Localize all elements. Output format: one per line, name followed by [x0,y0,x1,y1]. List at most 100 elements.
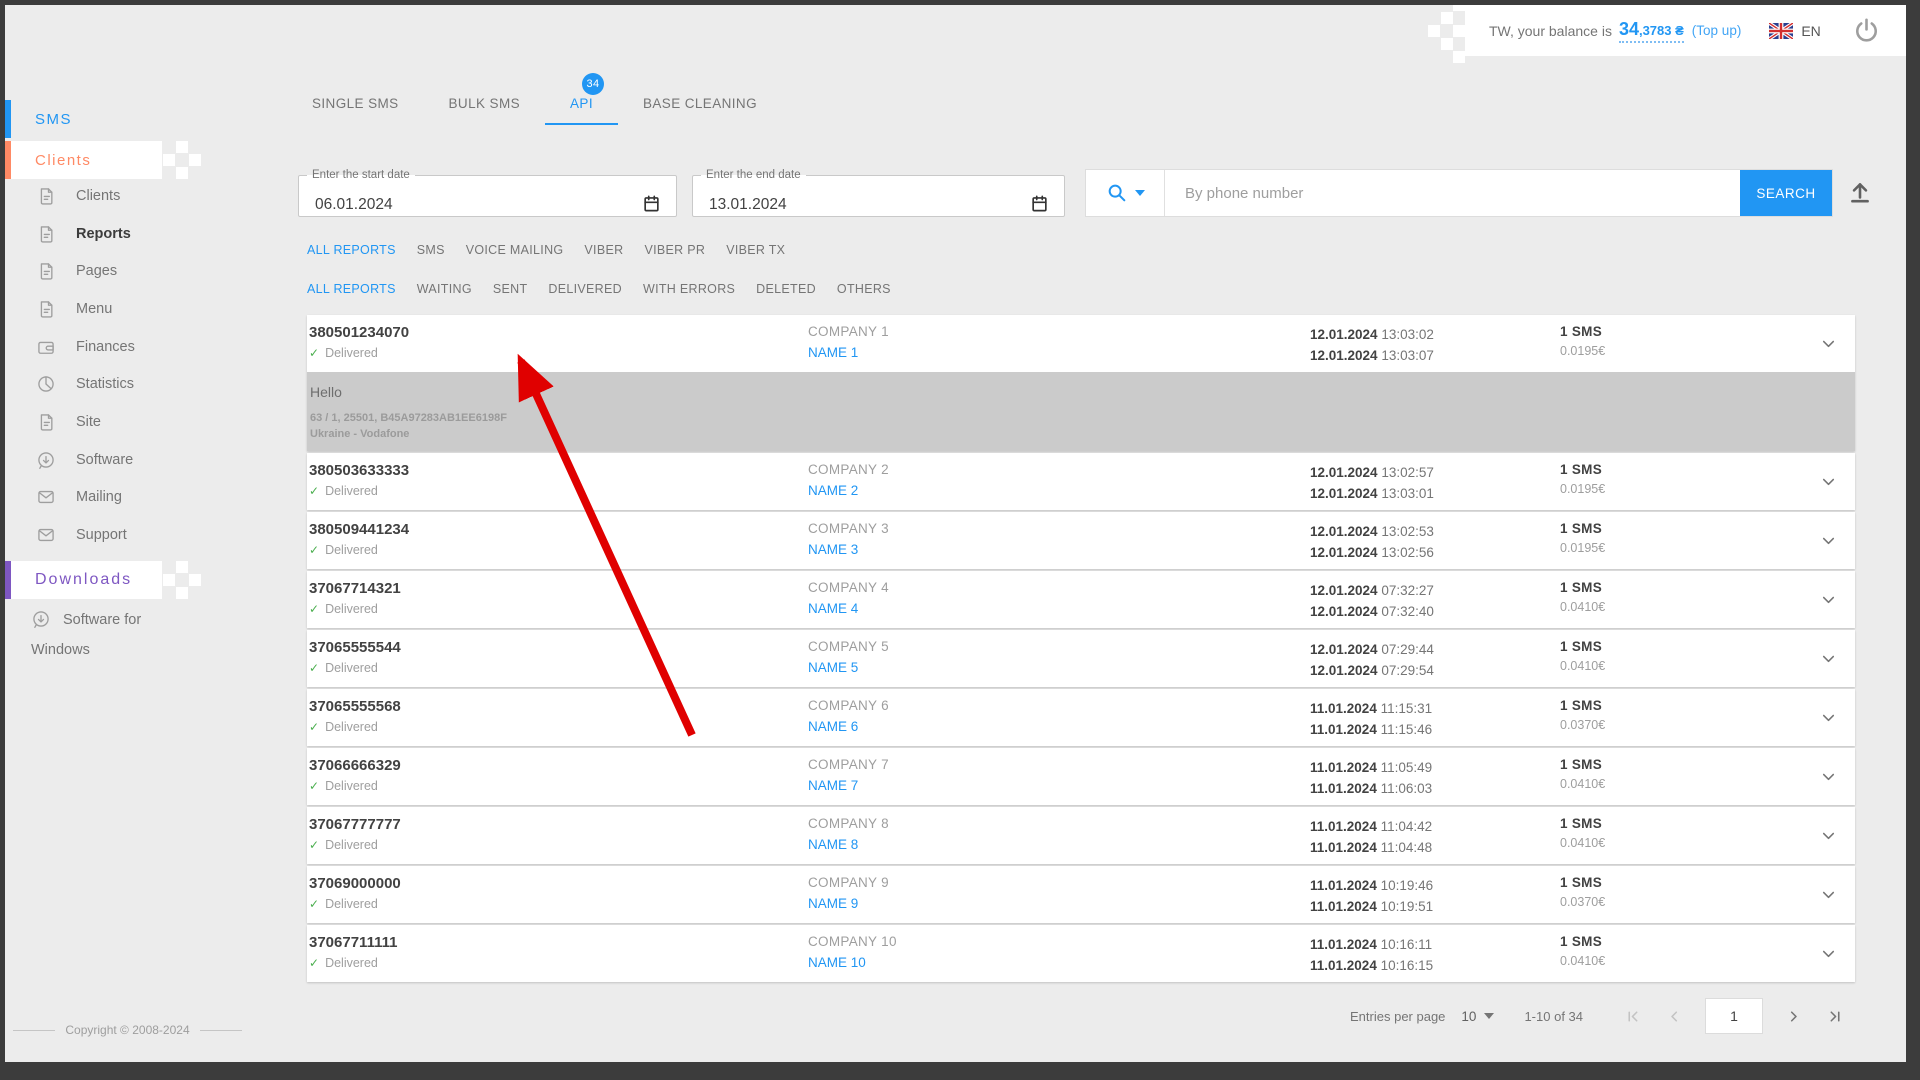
sidebar-item-clients[interactable]: Clients [5,177,250,215]
sms-cost: 0.0195€ [1560,344,1605,358]
tab-bulk-sms[interactable]: BULK SMS [424,83,545,125]
start-date-field[interactable]: Enter the start date 06.01.2024 [298,169,677,217]
sender-name-link[interactable]: NAME 4 [808,601,858,616]
filter-sent[interactable]: SENT [493,282,528,296]
delivered-time: 13:03:01 [1381,486,1434,501]
sidebar-item-statistics[interactable]: Statistics [5,365,250,403]
table-row[interactable]: 37065555544 ✓ Delivered COMPANY 5 NAME 5… [307,630,1855,687]
expand-chevron-icon[interactable] [1819,708,1838,727]
current-page-input[interactable]: 1 [1705,998,1763,1034]
sent-time: 11:15:31 [1381,701,1433,716]
sms-count: 1 SMS [1560,639,1605,654]
sidebar-section-clients[interactable]: Clients [5,141,162,179]
tab-base-cleaning[interactable]: BASE CLEANING [618,83,782,125]
sms-cell: 1 SMS 0.0195€ [1560,324,1605,358]
table-row[interactable]: 380503633333 ✓ Delivered COMPANY 2 NAME … [307,453,1855,510]
delivered-date: 12.01.2024 [1310,486,1378,501]
expand-chevron-icon[interactable] [1819,826,1838,845]
expand-chevron-icon[interactable] [1819,885,1838,904]
sender-name-link[interactable]: NAME 5 [808,660,858,675]
prev-page-button[interactable] [1666,1008,1683,1025]
sidebar-item-finances[interactable]: Finances [5,328,250,366]
sms-count: 1 SMS [1560,816,1605,831]
reports-table: 380501234070 ✓ Delivered COMPANY 1 NAME … [307,315,1855,984]
table-row[interactable]: 37067711111 ✓ Delivered COMPANY 10 NAME … [307,925,1855,982]
delivery-status: ✓ Delivered [309,484,409,498]
next-page-button[interactable] [1785,1008,1802,1025]
end-date-field[interactable]: Enter the end date 13.01.2024 [692,169,1065,217]
calendar-icon[interactable] [642,194,661,213]
sidebar-item-software-for-windows[interactable]: Software for Windows [5,605,196,665]
filter-others[interactable]: OTHERS [837,282,891,296]
filter-deleted[interactable]: DELETED [756,282,816,296]
sender-name-link[interactable]: NAME 6 [808,719,858,734]
sender-name-link[interactable]: NAME 10 [808,955,866,970]
upload-icon[interactable] [1847,179,1873,205]
status-label: Delivered [325,484,378,498]
phone-cell: 380503633333 ✓ Delivered [309,462,409,498]
sender-name-link[interactable]: NAME 7 [808,778,858,793]
tab-single-sms[interactable]: SINGLE SMS [287,83,424,125]
phone-cell: 37067714321 ✓ Delivered [309,580,401,616]
filter-viber[interactable]: VIBER [584,243,623,257]
sidebar-item-reports[interactable]: Reports [5,215,250,253]
tab-api[interactable]: API 34 [545,83,618,125]
table-row[interactable]: 37067714321 ✓ Delivered COMPANY 4 NAME 4… [307,571,1855,628]
filter-voice-mailing[interactable]: VOICE MAILING [466,243,564,257]
sidebar-item-pages[interactable]: Pages [5,252,250,290]
expand-chevron-icon[interactable] [1819,767,1838,786]
filter-all-reports[interactable]: ALL REPORTS [307,282,396,296]
phone-number: 380501234070 [309,324,409,341]
sender-name-link[interactable]: NAME 2 [808,483,858,498]
search-button[interactable]: SEARCH [1740,170,1832,216]
expand-chevron-icon[interactable] [1819,531,1838,550]
filter-with-errors[interactable]: WITH ERRORS [643,282,735,296]
sidebar-item-site[interactable]: Site [5,403,250,441]
sender-name-link[interactable]: NAME 3 [808,542,858,557]
sidebar-item-label: Statistics [76,376,134,392]
first-page-button[interactable] [1625,1008,1642,1025]
filter-delivered[interactable]: DELIVERED [548,282,622,296]
calendar-icon[interactable] [1030,194,1049,213]
filter-waiting[interactable]: WAITING [417,282,472,296]
table-row[interactable]: 37069000000 ✓ Delivered COMPANY 9 NAME 9… [307,866,1855,923]
sidebar-section-sms[interactable]: SMS [5,100,250,138]
sidebar-item-software[interactable]: Software [5,441,250,479]
sender-name-link[interactable]: NAME 9 [808,896,858,911]
table-row[interactable]: 37066666329 ✓ Delivered COMPANY 7 NAME 7… [307,748,1855,805]
document-icon [36,186,56,206]
search-input[interactable] [1165,170,1740,216]
expand-chevron-icon[interactable] [1819,944,1838,963]
sidebar-item-menu[interactable]: Menu [5,290,250,328]
sidebar-item-mailing[interactable]: Mailing [5,479,250,517]
expand-chevron-icon[interactable] [1819,649,1838,668]
filter-viber-tx[interactable]: VIBER TX [726,243,785,257]
table-row[interactable]: 37065555568 ✓ Delivered COMPANY 6 NAME 6… [307,689,1855,746]
sender-name-link[interactable]: NAME 8 [808,837,858,852]
end-date-label: Enter the end date [701,169,806,181]
search-type-dropdown[interactable] [1086,170,1165,216]
table-row[interactable]: 380509441234 ✓ Delivered COMPANY 3 NAME … [307,512,1855,569]
table-row[interactable]: 37067777777 ✓ Delivered COMPANY 8 NAME 8… [307,807,1855,864]
dates-cell: 12.01.2024 13:03:02 12.01.2024 13:03:07 [1310,324,1434,366]
delivered-date: 11.01.2024 [1310,899,1377,914]
delivered-date: 11.01.2024 [1310,781,1377,796]
tab-label: BASE CLEANING [643,96,757,111]
filter-viber-pr[interactable]: VIBER PR [644,243,705,257]
filter-all-reports[interactable]: ALL REPORTS [307,243,396,257]
expand-chevron-icon[interactable] [1819,590,1838,609]
table-row[interactable]: 380501234070 ✓ Delivered COMPANY 1 NAME … [307,315,1855,372]
entries-per-page-select[interactable]: 10 [1461,1009,1494,1024]
sender-name-link[interactable]: NAME 1 [808,345,858,360]
sidebar-section-downloads[interactable]: Downloads [5,561,162,599]
phone-cell: 37067711111 ✓ Delivered [309,934,397,970]
dates-cell: 11.01.2024 11:15:31 11.01.2024 11:15:46 [1310,698,1432,740]
sms-cell: 1 SMS 0.0410€ [1560,580,1605,614]
phone-cell: 380501234070 ✓ Delivered [309,324,409,360]
filter-sms[interactable]: SMS [417,243,445,257]
expand-chevron-icon[interactable] [1819,472,1838,491]
last-page-button[interactable] [1826,1008,1843,1025]
expand-chevron-icon[interactable] [1819,334,1838,353]
sent-time: 07:32:27 [1381,583,1434,598]
sidebar-item-support[interactable]: Support [5,516,250,554]
